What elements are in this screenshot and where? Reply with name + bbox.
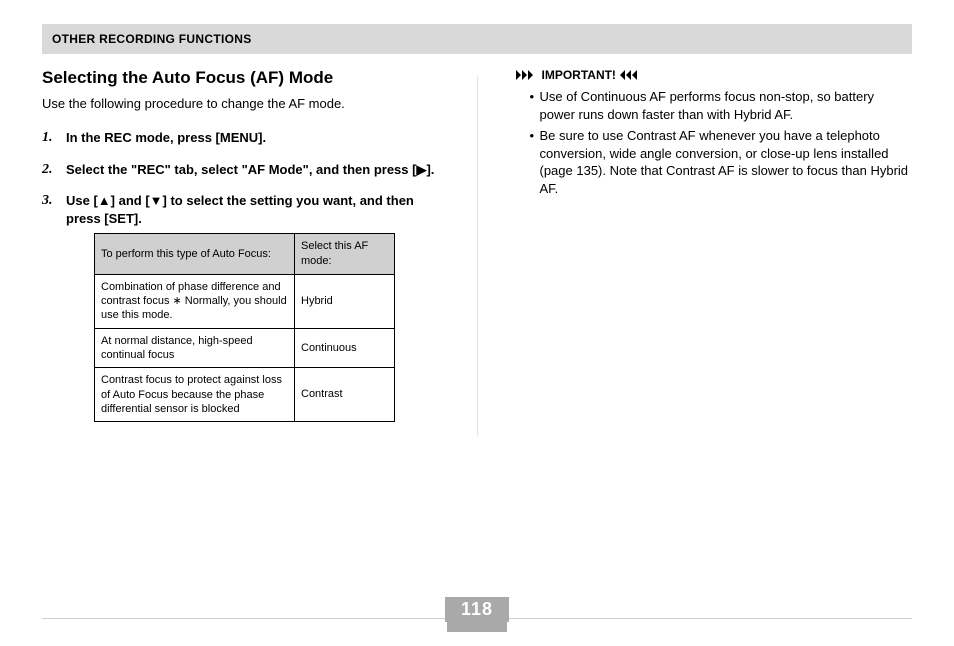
section-header-bar: OTHER RECORDING FUNCTIONS [42, 24, 912, 54]
step-1: 1. In the REC mode, press [MENU]. [42, 129, 439, 147]
table-cell-desc: At normal distance, high-speed continual… [95, 328, 295, 368]
table-cell-mode: Continuous [295, 328, 395, 368]
two-column-layout: Selecting the Auto Focus (AF) Mode Use t… [42, 68, 912, 436]
step-text: Use [▲] and [▼] to select the setting yo… [66, 193, 414, 226]
table-row: Contrast focus to protect against loss o… [95, 368, 395, 422]
table-row: Combination of phase difference and cont… [95, 274, 395, 328]
intro-text: Use the following procedure to change th… [42, 96, 439, 111]
table-row: At normal distance, high-speed continual… [95, 328, 395, 368]
backward-arrows-icon [620, 70, 642, 80]
table-cell-desc: Contrast focus to protect against loss o… [95, 368, 295, 422]
page-number-badge: 118 [445, 597, 509, 632]
table-header-left: To perform this type of Auto Focus: [95, 234, 295, 275]
table-header-row: To perform this type of Auto Focus: Sele… [95, 234, 395, 275]
right-column: IMPORTANT! Use of Continuous AF performs… [516, 68, 913, 436]
list-item: Use of Continuous AF performs focus non-… [530, 88, 913, 123]
table-header-right: Select this AF mode: [295, 234, 395, 275]
step-number: 2. [42, 161, 53, 180]
list-item: Be sure to use Contrast AF whenever you … [530, 127, 913, 197]
page-footer: 118 [42, 594, 912, 632]
table-cell-desc: Combination of phase difference and cont… [95, 274, 295, 328]
step-number: 1. [42, 129, 53, 148]
page-number: 118 [445, 597, 509, 622]
af-mode-table: To perform this type of Auto Focus: Sele… [94, 233, 395, 422]
manual-page: OTHER RECORDING FUNCTIONS Selecting the … [0, 0, 954, 646]
left-column: Selecting the Auto Focus (AF) Mode Use t… [42, 68, 439, 436]
page-number-base [447, 622, 507, 632]
important-bullet-list: Use of Continuous AF performs focus non-… [516, 88, 913, 197]
important-heading: IMPORTANT! [516, 68, 913, 82]
step-3: 3. Use [▲] and [▼] to select the setting… [42, 192, 439, 422]
table-cell-mode: Contrast [295, 368, 395, 422]
page-title: Selecting the Auto Focus (AF) Mode [42, 68, 439, 88]
important-label: IMPORTANT! [542, 68, 616, 82]
section-header-text: OTHER RECORDING FUNCTIONS [52, 32, 252, 46]
step-2: 2. Select the "REC" tab, select "AF Mode… [42, 161, 439, 179]
step-text: Select the "REC" tab, select "AF Mode", … [66, 162, 434, 177]
column-divider [477, 76, 478, 436]
step-text: In the REC mode, press [MENU]. [66, 130, 266, 145]
step-number: 3. [42, 192, 53, 211]
table-cell-mode: Hybrid [295, 274, 395, 328]
procedure-steps: 1. In the REC mode, press [MENU]. 2. Sel… [42, 129, 439, 422]
forward-arrows-icon [516, 70, 538, 80]
